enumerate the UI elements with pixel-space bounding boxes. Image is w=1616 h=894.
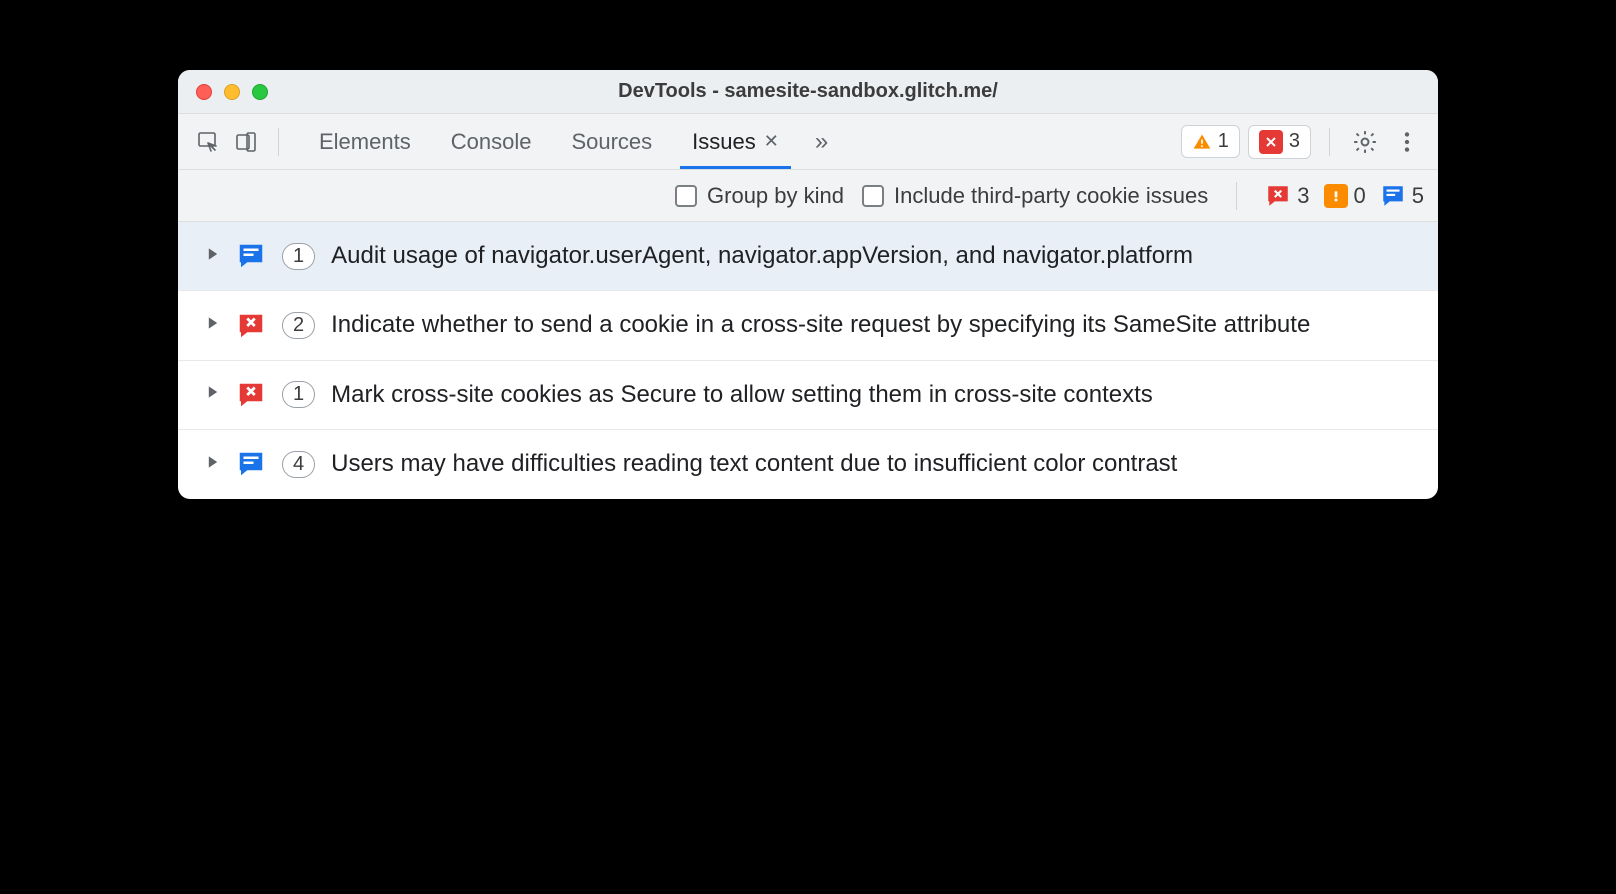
minimize-window-button[interactable]	[224, 84, 240, 100]
tab-sources[interactable]: Sources	[551, 114, 672, 169]
checkbox-label: Group by kind	[707, 183, 844, 209]
tabbar-right: 1 3	[1181, 125, 1424, 159]
issues-list: 1 Audit usage of navigator.userAgent, na…	[178, 222, 1438, 499]
issue-row[interactable]: 1 Mark cross-site cookies as Secure to a…	[178, 361, 1438, 430]
count-value: 3	[1297, 183, 1309, 209]
titlebar: DevTools - samesite-sandbox.glitch.me/	[178, 70, 1438, 114]
include-third-party-checkbox[interactable]: Include third-party cookie issues	[862, 183, 1208, 209]
warnings-pill[interactable]: 1	[1181, 125, 1240, 158]
group-by-kind-checkbox[interactable]: Group by kind	[675, 183, 844, 209]
info-speech-icon	[236, 449, 266, 479]
device-toolbar-icon[interactable]	[230, 126, 262, 158]
error-speech-icon	[236, 311, 266, 341]
tab-label: Sources	[571, 129, 652, 155]
tabbar: Elements Console Sources Issues ✕ » 1 3	[178, 114, 1438, 170]
issue-title: Mark cross-site cookies as Secure to all…	[331, 379, 1416, 411]
issue-title: Audit usage of navigator.userAgent, navi…	[331, 240, 1416, 272]
devtools-window: DevTools - samesite-sandbox.glitch.me/ E…	[178, 70, 1438, 499]
issue-count: 1	[282, 243, 315, 270]
count-value: 5	[1412, 183, 1424, 209]
expand-chevron-icon[interactable]	[206, 316, 220, 335]
count-value: 0	[1354, 183, 1366, 209]
errors-count: 3	[1289, 130, 1300, 153]
issue-counts: 3 0 5	[1265, 183, 1424, 209]
window-controls	[196, 84, 268, 100]
error-speech-icon	[236, 380, 266, 410]
expand-chevron-icon[interactable]	[206, 247, 220, 266]
issue-title: Users may have difficulties reading text…	[331, 448, 1416, 480]
tab-label: Elements	[319, 129, 411, 155]
checkbox-box	[862, 185, 884, 207]
errors-count-item: 3	[1265, 183, 1309, 209]
checkbox-box	[675, 185, 697, 207]
tab-label: Issues	[692, 129, 756, 155]
info-speech-icon	[1380, 183, 1406, 209]
improvements-count-item: 0	[1324, 183, 1366, 209]
issue-count: 1	[282, 381, 315, 408]
panel-tabs: Elements Console Sources Issues ✕	[299, 114, 799, 169]
separator	[278, 128, 279, 156]
issue-row[interactable]: 1 Audit usage of navigator.userAgent, na…	[178, 222, 1438, 291]
error-speech-icon	[1265, 183, 1291, 209]
separator	[1236, 182, 1237, 210]
issue-row[interactable]: 2 Indicate whether to send a cookie in a…	[178, 291, 1438, 360]
expand-chevron-icon[interactable]	[206, 385, 220, 404]
warning-icon	[1192, 132, 1212, 152]
tab-console[interactable]: Console	[431, 114, 552, 169]
error-icon	[1259, 130, 1283, 154]
errors-pill[interactable]: 3	[1248, 125, 1311, 159]
issue-row[interactable]: 4 Users may have difficulties reading te…	[178, 430, 1438, 498]
more-tabs-icon[interactable]: »	[805, 128, 838, 156]
improvement-icon	[1324, 184, 1348, 208]
settings-icon[interactable]	[1348, 129, 1382, 155]
tab-elements[interactable]: Elements	[299, 114, 431, 169]
tab-label: Console	[451, 129, 532, 155]
info-speech-icon	[236, 241, 266, 271]
issues-toolbar: Group by kind Include third-party cookie…	[178, 170, 1438, 222]
close-window-button[interactable]	[196, 84, 212, 100]
window-title: DevTools - samesite-sandbox.glitch.me/	[618, 80, 998, 103]
expand-chevron-icon[interactable]	[206, 455, 220, 474]
issue-title: Indicate whether to send a cookie in a c…	[331, 309, 1416, 341]
tab-issues[interactable]: Issues ✕	[672, 114, 799, 169]
close-tab-icon[interactable]: ✕	[764, 131, 779, 152]
inspect-element-icon[interactable]	[192, 126, 224, 158]
warnings-count: 1	[1218, 130, 1229, 153]
issue-count: 4	[282, 451, 315, 478]
separator	[1329, 128, 1330, 156]
checkbox-label: Include third-party cookie issues	[894, 183, 1208, 209]
issue-count: 2	[282, 312, 315, 339]
info-count-item: 5	[1380, 183, 1424, 209]
zoom-window-button[interactable]	[252, 84, 268, 100]
more-options-icon[interactable]	[1390, 129, 1424, 155]
